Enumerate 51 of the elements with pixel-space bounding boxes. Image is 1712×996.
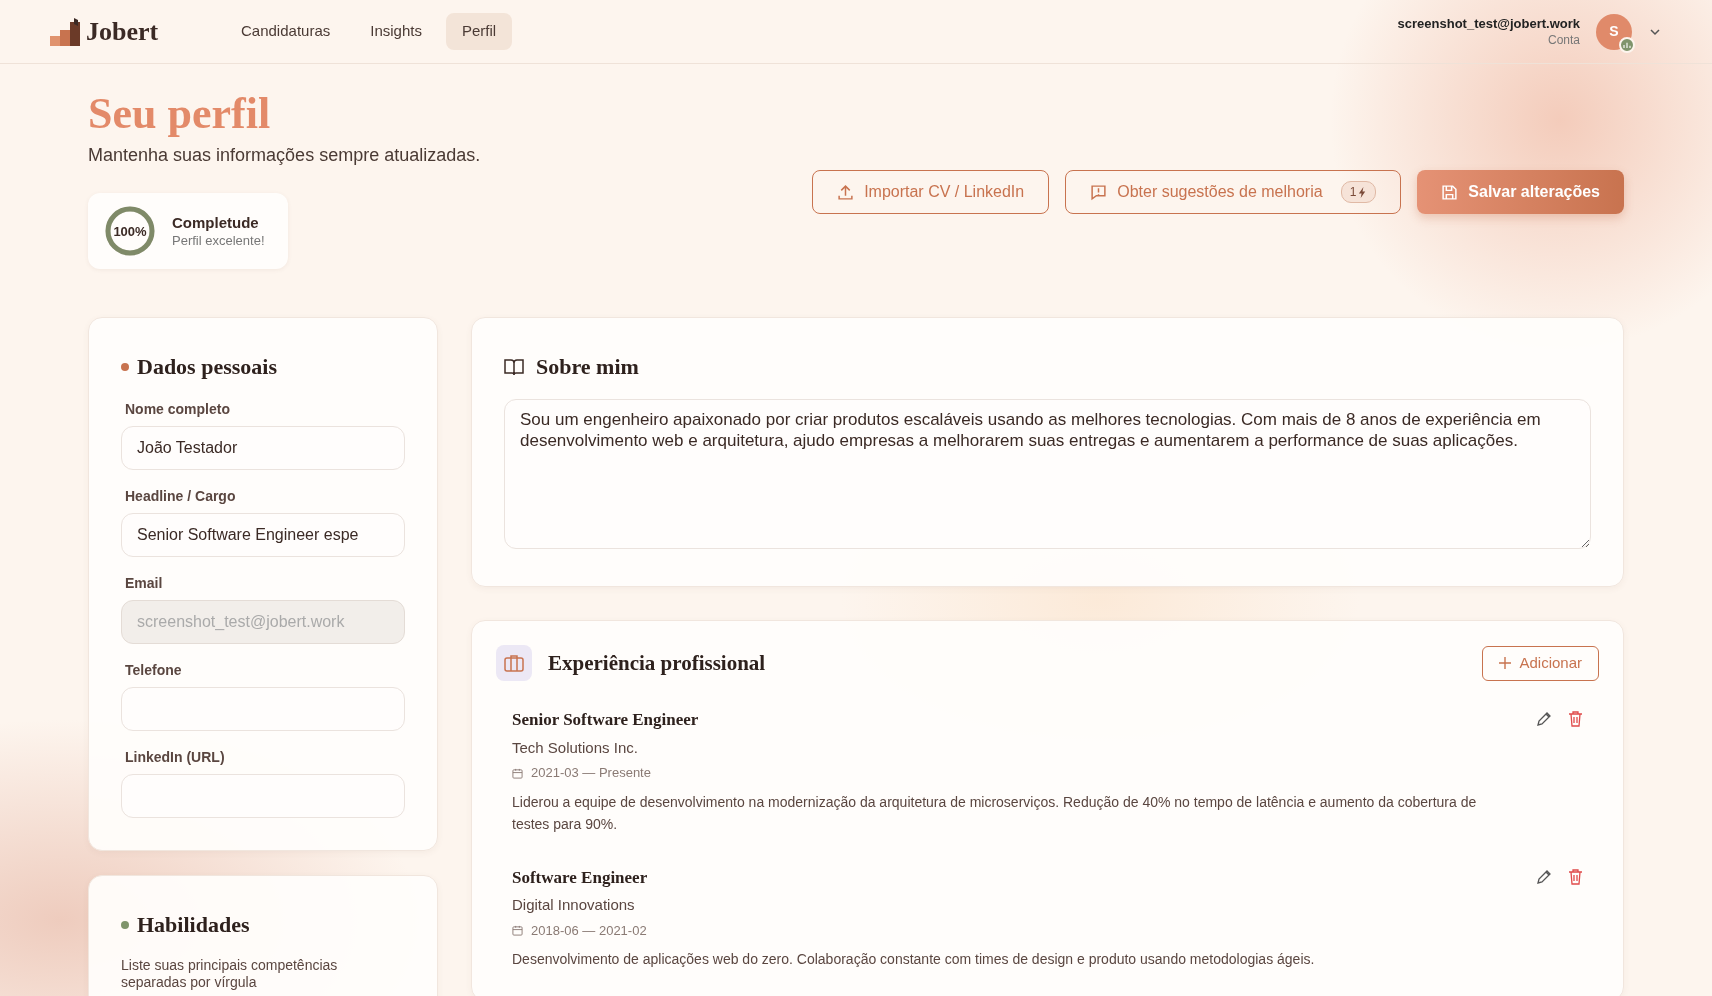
delete-icon[interactable] — [1568, 711, 1583, 728]
section-title: Sobre mim — [536, 353, 639, 382]
input-field[interactable]: João Testador — [121, 426, 405, 471]
message-alert-icon — [1090, 183, 1108, 201]
field-label: LinkedIn (URL) — [125, 748, 226, 768]
page-title: Seu perfil — [88, 90, 272, 139]
account-label: Conta — [1546, 34, 1580, 46]
skills-hint: Liste suas principais competências separadas por vírgula — [121, 957, 339, 991]
job-title: Software Engineer — [512, 866, 649, 889]
calendar-icon — [512, 767, 523, 779]
book-icon — [504, 357, 524, 376]
briefcase-icon — [496, 645, 532, 682]
lightning-icon — [1358, 186, 1368, 198]
input-field[interactable] — [121, 687, 405, 732]
company-name: Tech Solutions Inc. — [512, 737, 639, 758]
nav-tab[interactable]: Candidaturas — [225, 13, 347, 50]
nav-tab[interactable]: Perfil — [445, 13, 513, 50]
job-period: 2018-06 — 2021-02 — [531, 921, 647, 940]
completeness-title: Completude — [172, 213, 260, 233]
job-description: Liderou a equipe de desenvolvimento na modernização da arquitetura de microserviços. Redução de 40% no tempo de latência e aumento da cobertura de testes para 90%. — [512, 792, 1478, 834]
field-label: Email — [125, 574, 164, 594]
delete-icon[interactable] — [1568, 868, 1583, 885]
field-label: Headline / Cargo — [125, 487, 237, 507]
completeness-value: 100% — [112, 222, 148, 241]
logo-text: Jobert — [86, 16, 159, 48]
field-label: Telefone — [125, 661, 183, 681]
nav-tab[interactable]: Insights — [354, 13, 438, 50]
input-field[interactable]: Senior Software Engineer espe — [121, 513, 405, 558]
completeness-status: Perfil excelente! — [172, 232, 265, 249]
plus-icon — [1499, 657, 1512, 670]
add-button[interactable]: Adicionar — [1482, 646, 1599, 681]
job-title: Senior Software Engineer — [512, 709, 700, 732]
company-name: Digital Innovations — [512, 895, 636, 916]
section-title: Dados pessoais — [137, 353, 277, 382]
input-field[interactable] — [121, 774, 405, 819]
account-email: screenshot_test@jobert.work — [1397, 17, 1580, 30]
field-label: Nome completo — [125, 400, 231, 420]
stairs-logo-icon — [50, 17, 82, 46]
action-button[interactable]: Obter sugestões de melhoria 1 — [1065, 170, 1402, 214]
job-period: 2021-03 — Presente — [531, 764, 651, 783]
section-title: Habilidades — [137, 911, 250, 940]
save-icon — [1441, 183, 1459, 201]
calendar-icon — [512, 925, 523, 937]
badge-count: 1 — [1349, 184, 1357, 201]
upload-icon — [837, 183, 855, 201]
about-textarea[interactable]: Sou um engenheiro apaixonado por criar produtos escaláveis usando as melhores tecnologias. Com mais de 8 anos de experiência em desenvolvimento web e arquitetura, ajudo empresas a melhorarem suas entregas e aumentarem a performance de suas aplicações. — [504, 399, 1591, 550]
section-title: Experiência profissional — [548, 649, 766, 677]
page-subtitle: Mantenha suas informações sempre atualizadas. — [88, 144, 481, 168]
edit-icon[interactable] — [1536, 711, 1552, 728]
edit-icon[interactable] — [1536, 868, 1552, 885]
job-description: Desenvolvimento de aplicações web do zero. Colaboração constante com times de design e produto usando metodologias ágeis. — [512, 950, 1316, 970]
